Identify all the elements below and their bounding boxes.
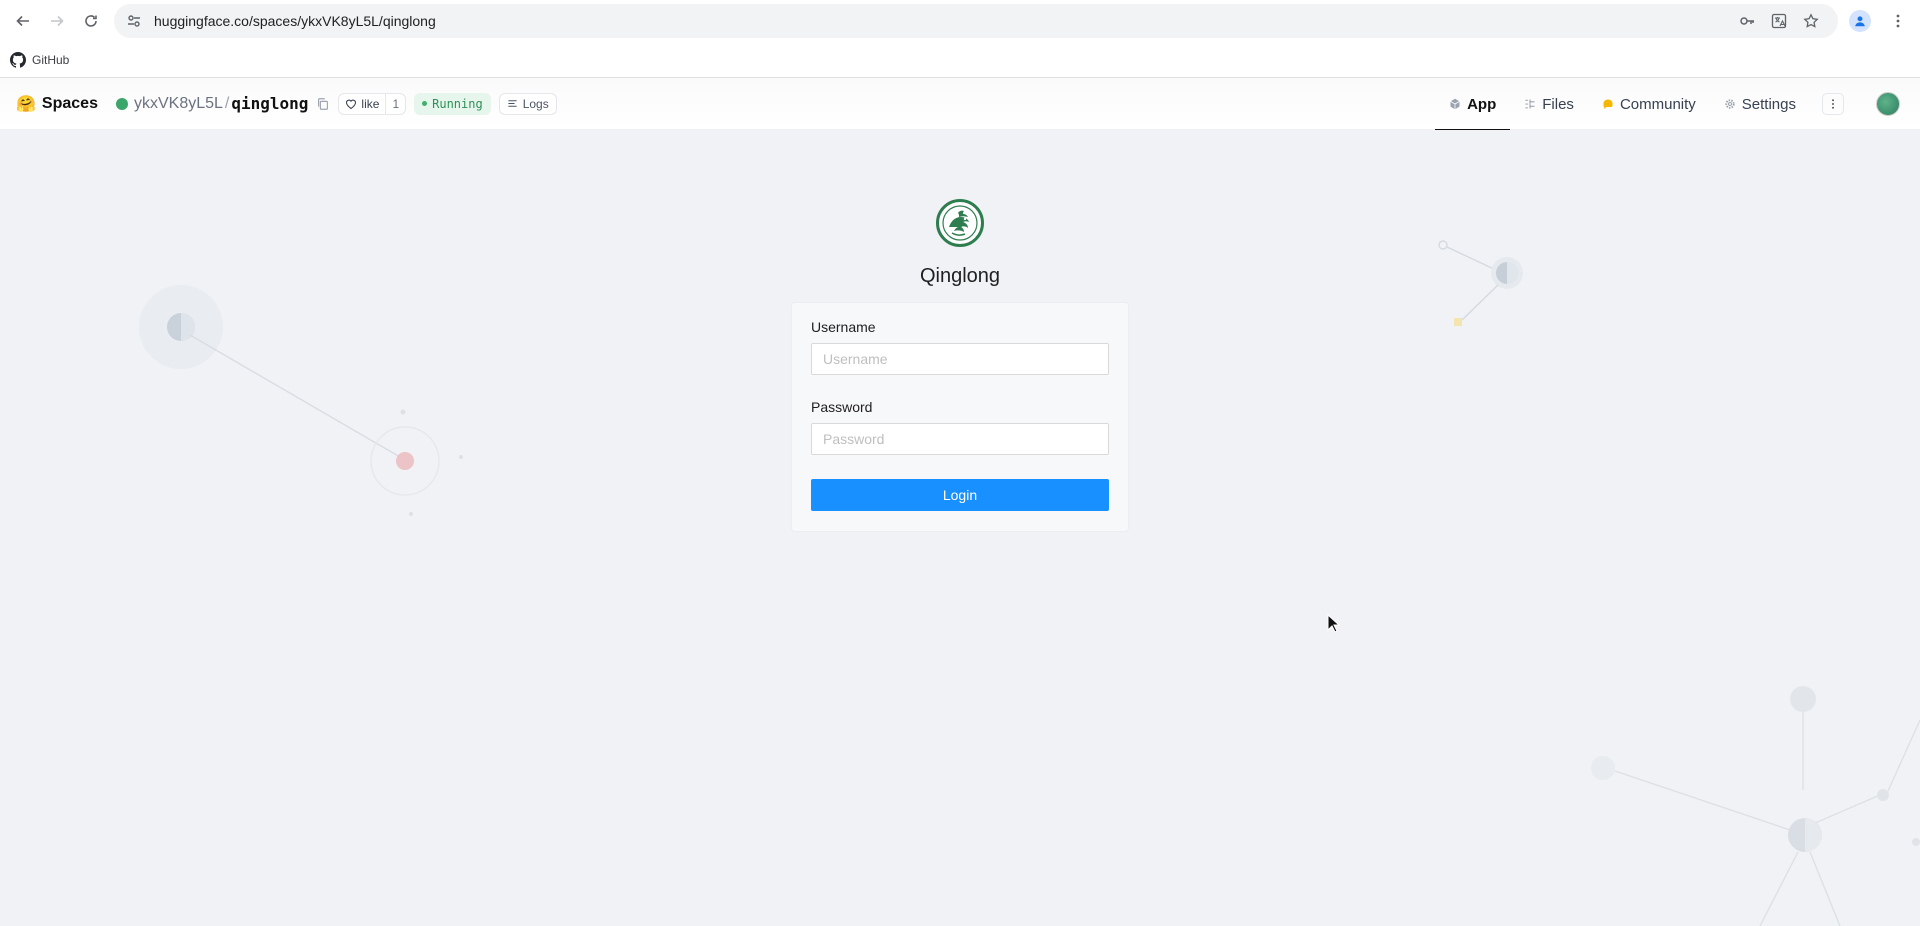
- login-form: Username Username Password Password Logi…: [791, 302, 1129, 532]
- more-options-button[interactable]: [1822, 93, 1844, 115]
- bookmark-star-icon[interactable]: [1796, 6, 1826, 36]
- breadcrumb-separator: /: [224, 94, 230, 112]
- reload-button[interactable]: [74, 4, 108, 38]
- username-label: Username: [811, 319, 876, 335]
- profile-button[interactable]: [1844, 5, 1876, 37]
- login-button[interactable]: Login: [811, 479, 1109, 511]
- translate-icon[interactable]: [1764, 6, 1794, 36]
- community-icon: [1603, 99, 1613, 109]
- like-count[interactable]: 1: [385, 93, 405, 114]
- running-dot-icon: [422, 101, 428, 106]
- repo-name-link[interactable]: qinglong: [231, 94, 308, 113]
- like-button[interactable]: like 1: [338, 92, 407, 115]
- tab-settings[interactable]: Settings: [1710, 78, 1810, 130]
- site-info-icon[interactable]: [126, 13, 142, 29]
- login-container: Qinglong Username Username Password Pass…: [0, 130, 1920, 532]
- github-icon: [10, 51, 26, 68]
- username-input[interactable]: Username: [811, 343, 1109, 375]
- tab-label: Community: [1619, 95, 1696, 113]
- browser-menu-button[interactable]: [1882, 5, 1914, 37]
- repo-breadcrumb: ykxVK8yL5L / qinglong: [115, 94, 330, 113]
- bookmarks-bar: GitHub: [0, 42, 1920, 78]
- username-field-group: Username Username: [811, 319, 1109, 375]
- like-seg[interactable]: like: [339, 94, 385, 114]
- tab-files[interactable]: Files: [1510, 78, 1588, 130]
- like-label: like: [361, 96, 380, 111]
- browser-toolbar: huggingface.co/spaces/ykxVK8yL5L/qinglon…: [0, 0, 1920, 42]
- profile-icon: [1849, 10, 1871, 32]
- space-app-frame: Qinglong Username Username Password Pass…: [0, 130, 1920, 926]
- bookmark-github[interactable]: GitHub: [10, 51, 70, 68]
- vertical-dots-icon: [1896, 14, 1900, 28]
- address-bar[interactable]: huggingface.co/spaces/ykxVK8yL5L/qinglon…: [114, 4, 1838, 38]
- tab-app[interactable]: App: [1435, 78, 1511, 131]
- arrow-left-icon: [16, 15, 29, 27]
- tab-label: Settings: [1741, 95, 1796, 113]
- tab-label: Files: [1542, 95, 1574, 113]
- heart-icon: [346, 99, 357, 109]
- cube-icon: [1450, 98, 1460, 110]
- back-button[interactable]: [6, 4, 40, 38]
- spaces-label: Spaces: [41, 94, 98, 112]
- space-tabs: App Files Community Settings: [1435, 78, 1920, 131]
- password-label: Password: [811, 399, 873, 415]
- url-text[interactable]: huggingface.co/spaces/ykxVK8yL5L/qinglon…: [154, 13, 1730, 29]
- logs-label: Logs: [522, 96, 549, 111]
- password-field-group: Password Password: [811, 399, 1109, 455]
- logs-button[interactable]: Logs: [498, 92, 557, 115]
- tab-community[interactable]: Community: [1588, 78, 1710, 130]
- vertical-dots-icon: [1832, 99, 1834, 109]
- copy-icon[interactable]: [316, 97, 330, 111]
- logs-icon: [508, 100, 517, 107]
- status-label: Running: [432, 96, 483, 111]
- owner-link[interactable]: ykxVK8yL5L: [134, 95, 223, 113]
- spaces-brand-link[interactable]: 🤗 Spaces: [16, 94, 98, 114]
- reload-icon: [85, 15, 97, 27]
- bookmark-label: GitHub: [32, 52, 70, 67]
- user-avatar[interactable]: [1876, 92, 1900, 116]
- hf-space-header: 🤗 Spaces ykxVK8yL5L / qinglong like 1 Ru…: [0, 78, 1920, 131]
- gear-icon: [1725, 99, 1735, 109]
- hugging-face-icon: 🤗: [16, 95, 36, 113]
- mouse-cursor-icon: [1327, 614, 1341, 633]
- space-avatar-icon: [115, 97, 128, 110]
- status-badge[interactable]: Running: [414, 92, 491, 115]
- arrow-right-icon: [51, 15, 64, 27]
- tab-label: App: [1467, 95, 1497, 113]
- password-input[interactable]: Password: [811, 423, 1109, 455]
- password-key-icon[interactable]: [1732, 6, 1762, 36]
- app-title: Qinglong: [919, 265, 1001, 287]
- forward-button[interactable]: [40, 4, 74, 38]
- files-icon: [1525, 99, 1535, 109]
- qinglong-dragon-logo: [936, 199, 984, 247]
